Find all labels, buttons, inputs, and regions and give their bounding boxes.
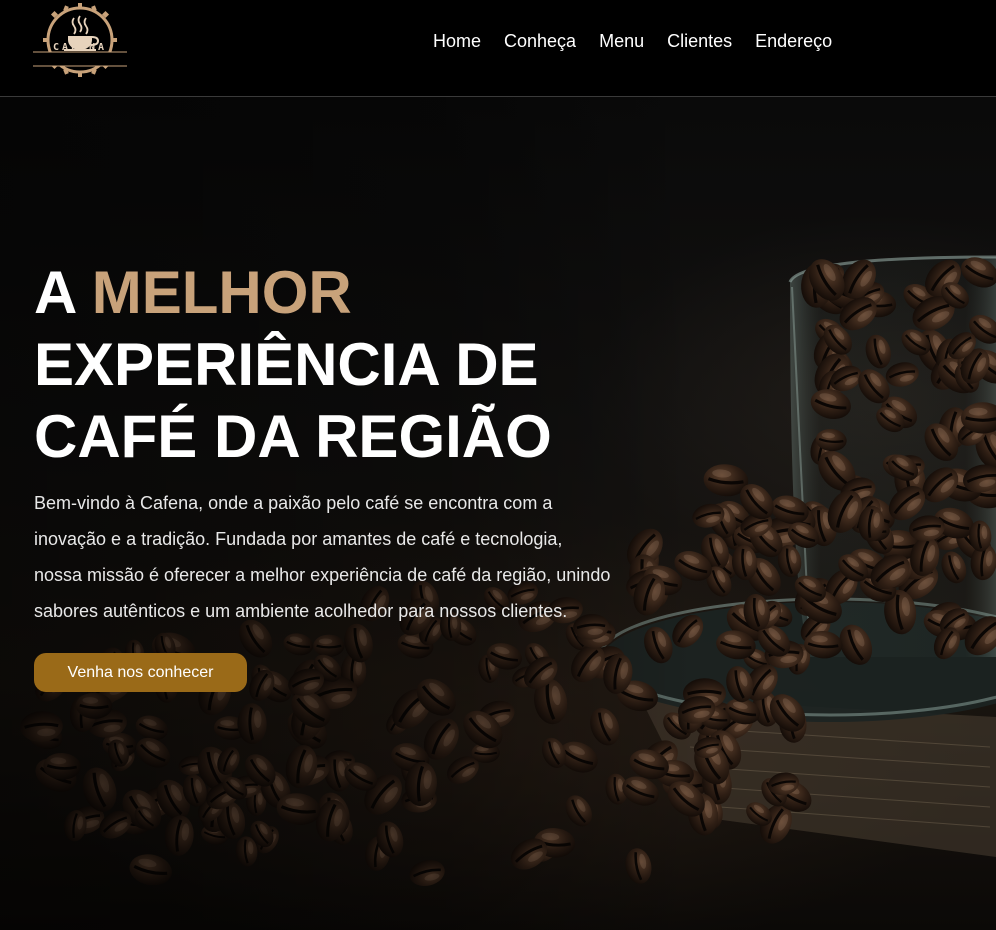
logo-wordmark: CAFENA bbox=[52, 42, 108, 53]
hero-description: Bem-vindo à Cafena, onde a paixão pelo c… bbox=[34, 493, 611, 621]
landing-page: CAFENA Home Conheça Menu Clientes Endere… bbox=[0, 0, 996, 930]
nav-clientes[interactable]: Clientes bbox=[667, 30, 732, 52]
venha-nos-conhecer-button[interactable]: Venha nos conhecer bbox=[34, 653, 247, 692]
hero-title-prefix: A bbox=[34, 259, 76, 326]
hero-section: A MELHOR EXPERIÊNCIA DE CAFÉ DA REGIÃO B… bbox=[0, 97, 996, 930]
coffee-cup-icon bbox=[33, 3, 127, 77]
nav-home[interactable]: Home bbox=[433, 30, 481, 52]
nav-menu[interactable]: Menu bbox=[599, 30, 644, 52]
hero-title-accent: MELHOR bbox=[91, 259, 352, 326]
hero-title: A MELHOR EXPERIÊNCIA DE CAFÉ DA REGIÃO bbox=[34, 257, 634, 473]
main-nav: Home Conheça Menu Clientes Endereço bbox=[433, 30, 832, 52]
cafena-logo[interactable]: CAFENA bbox=[30, 0, 130, 80]
hero-title-rest: EXPERIÊNCIA DE CAFÉ DA REGIÃO bbox=[34, 331, 552, 470]
nav-endereco[interactable]: Endereço bbox=[755, 30, 832, 52]
site-header: CAFENA Home Conheça Menu Clientes Endere… bbox=[0, 0, 996, 97]
nav-conheca[interactable]: Conheça bbox=[504, 30, 576, 52]
hero-content: A MELHOR EXPERIÊNCIA DE CAFÉ DA REGIÃO B… bbox=[34, 257, 634, 692]
